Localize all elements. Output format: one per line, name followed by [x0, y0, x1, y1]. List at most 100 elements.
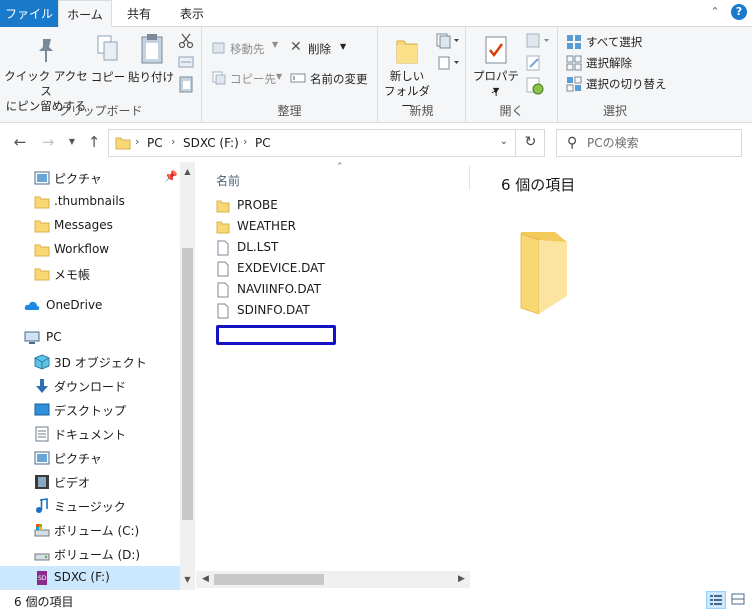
column-divider[interactable] — [469, 166, 470, 190]
sidebar-item-downloads[interactable]: ダウンロード — [0, 374, 180, 398]
paste-button[interactable]: 貼り付け — [128, 33, 174, 93]
folder-icon — [216, 200, 230, 213]
up-arrow-icon[interactable]: ↑ — [86, 134, 102, 150]
sidebar-item-music[interactable]: ミュージック — [0, 494, 180, 518]
forward-arrow-icon[interactable]: → — [40, 134, 56, 150]
list-item[interactable]: EXDEVICE.DAT — [216, 259, 396, 280]
details-view-icon — [710, 595, 722, 605]
large-icons-view-button[interactable] — [729, 591, 749, 609]
recent-locations-icon[interactable]: ▼ — [64, 134, 80, 150]
collapse-ribbon-icon[interactable]: ⌃ — [708, 5, 722, 19]
scroll-down-icon[interactable]: ▼ — [180, 572, 195, 587]
horizontal-scroll-thumb[interactable] — [214, 574, 324, 585]
clipboard-group: クイック アクセス にピン留めする コピー 貼り付け クリップボード — [0, 27, 202, 123]
sidebar-item-messages[interactable]: Messages — [0, 214, 180, 238]
edit-icon[interactable] — [526, 55, 542, 71]
rename-button[interactable]: 名前の変更 — [290, 69, 374, 89]
sidebar-item-pictures-quick[interactable]: ピクチャ 📌 — [0, 166, 180, 190]
paste-shortcut-icon[interactable] — [178, 75, 194, 93]
breadcrumb-separator-icon[interactable]: › — [243, 135, 247, 148]
scroll-right-icon[interactable]: ▶ — [454, 571, 469, 588]
svg-text:SD: SD — [38, 575, 47, 582]
breadcrumb-separator-icon[interactable]: › — [171, 135, 175, 148]
file-icon — [217, 240, 229, 256]
breadcrumb-sdxc[interactable]: SDXC (F:) — [183, 136, 239, 150]
properties-button[interactable]: プロパティ ▼ — [468, 33, 524, 101]
new-group-label: 新規 — [409, 104, 434, 118]
list-item[interactable]: WEATHER — [216, 217, 396, 238]
back-arrow-icon[interactable]: ← — [12, 134, 28, 150]
pin-to-quick-access-button[interactable]: クイック アクセス にピン留めする — [4, 33, 88, 113]
list-item[interactable]: PROBE — [216, 196, 396, 217]
copy-button[interactable]: コピー — [90, 33, 126, 93]
column-header-name[interactable]: 名前 — [216, 172, 240, 189]
sidebar-item-workflow[interactable]: Workflow — [0, 238, 180, 262]
sidebar-item-label: ミュージック — [54, 500, 126, 514]
select-all-label: すべて選択 — [586, 35, 643, 49]
sidebar-item-label: ボリューム (C:) — [54, 524, 140, 538]
sidebar-item-label: メモ帳 — [54, 268, 91, 282]
sidebar-item-videos[interactable]: ビデオ — [0, 470, 180, 494]
music-icon — [36, 498, 48, 513]
sidebar-item-documents[interactable]: ドキュメント — [0, 422, 180, 446]
help-icon[interactable]: ? — [731, 4, 747, 20]
history-icon[interactable] — [526, 77, 544, 95]
sort-ascending-icon: ⌃ — [336, 162, 344, 172]
list-item[interactable]: NAVIINFO.DAT — [216, 280, 396, 301]
move-to-icon — [212, 42, 225, 54]
address-bar[interactable]: › PC › SDXC (F:) › PC ⌄ — [108, 129, 545, 157]
sidebar-item-3d-objects[interactable]: 3D オブジェクト — [0, 350, 180, 374]
easy-access-icon[interactable] — [436, 55, 460, 71]
refresh-icon[interactable]: ↻ — [515, 129, 545, 157]
open-icon[interactable] — [526, 33, 552, 49]
organize-group: 移動先 ▼ ✕ 削除 ▼ コピー先 ▼ 名前の変更 整理 — [202, 27, 378, 123]
copy-to-button[interactable]: コピー先 ▼ — [212, 69, 284, 89]
sidebar-item-volume-d[interactable]: ボリューム (D:) — [0, 542, 180, 566]
details-view-button[interactable] — [706, 591, 726, 609]
delete-button[interactable]: ✕ 削除 ▼ — [290, 39, 350, 59]
move-to-button[interactable]: 移動先 ▼ — [212, 39, 280, 59]
sidebar-item-pictures[interactable]: ピクチャ — [0, 446, 180, 470]
sidebar-item-thumbnails[interactable]: .thumbnails — [0, 190, 180, 214]
scroll-left-icon[interactable]: ◀ — [198, 571, 213, 588]
breadcrumb-current[interactable]: PC — [255, 136, 271, 150]
breadcrumb-separator-icon[interactable]: › — [135, 135, 139, 148]
desktop-icon — [34, 403, 50, 416]
sidebar-scroll-thumb[interactable] — [182, 248, 193, 520]
delete-label: 削除 — [308, 42, 331, 56]
new-item-icon[interactable] — [436, 33, 460, 49]
pictures-icon — [34, 451, 50, 465]
video-icon — [35, 475, 49, 489]
sidebar-item-sdxc[interactable]: SD SDXC (F:) — [0, 566, 180, 590]
pinned-icon[interactable]: 📌 — [164, 170, 178, 183]
search-input[interactable] — [587, 134, 737, 152]
select-group-label: 選択 — [602, 104, 627, 118]
select-all-icon — [567, 35, 581, 49]
list-item[interactable]: SDINFO.DAT — [216, 301, 396, 322]
copy-path-icon[interactable] — [178, 55, 194, 69]
scroll-up-icon[interactable]: ▲ — [180, 164, 195, 179]
select-none-button[interactable]: 選択解除 — [566, 54, 670, 72]
invert-selection-button[interactable]: 選択の切り替え — [566, 75, 670, 93]
select-all-button[interactable]: すべて選択 — [566, 33, 670, 51]
tab-file[interactable]: ファイル — [0, 0, 58, 27]
properties-icon — [485, 36, 507, 64]
sidebar-item-volume-c[interactable]: ボリューム (C:) — [0, 518, 180, 542]
address-history-dropdown-icon[interactable]: ⌄ — [500, 136, 508, 147]
new-folder-button[interactable]: 新しい フォルダー — [382, 33, 432, 113]
search-box[interactable]: ⚲ — [556, 129, 742, 157]
breadcrumb-pc[interactable]: PC — [147, 136, 163, 150]
cut-icon[interactable] — [178, 33, 194, 49]
large-icons-view-icon — [731, 593, 745, 605]
rename-input-box[interactable] — [216, 325, 336, 345]
sidebar-scrollbar[interactable]: ▲ ▼ — [180, 162, 195, 590]
sidebar-item-memo[interactable]: メモ帳 — [0, 262, 180, 286]
tab-view[interactable]: 表示 — [166, 0, 218, 27]
sidebar-item-desktop[interactable]: デスクトップ — [0, 398, 180, 422]
tab-home[interactable]: ホーム — [58, 0, 112, 28]
file-list-horizontal-scrollbar[interactable]: ◀ ▶ — [196, 571, 470, 588]
tab-share[interactable]: 共有 — [114, 0, 164, 27]
sidebar-item-pc[interactable]: PC — [0, 326, 180, 350]
list-item[interactable]: DL.LST — [216, 238, 396, 259]
sidebar-item-onedrive[interactable]: OneDrive — [0, 294, 180, 318]
